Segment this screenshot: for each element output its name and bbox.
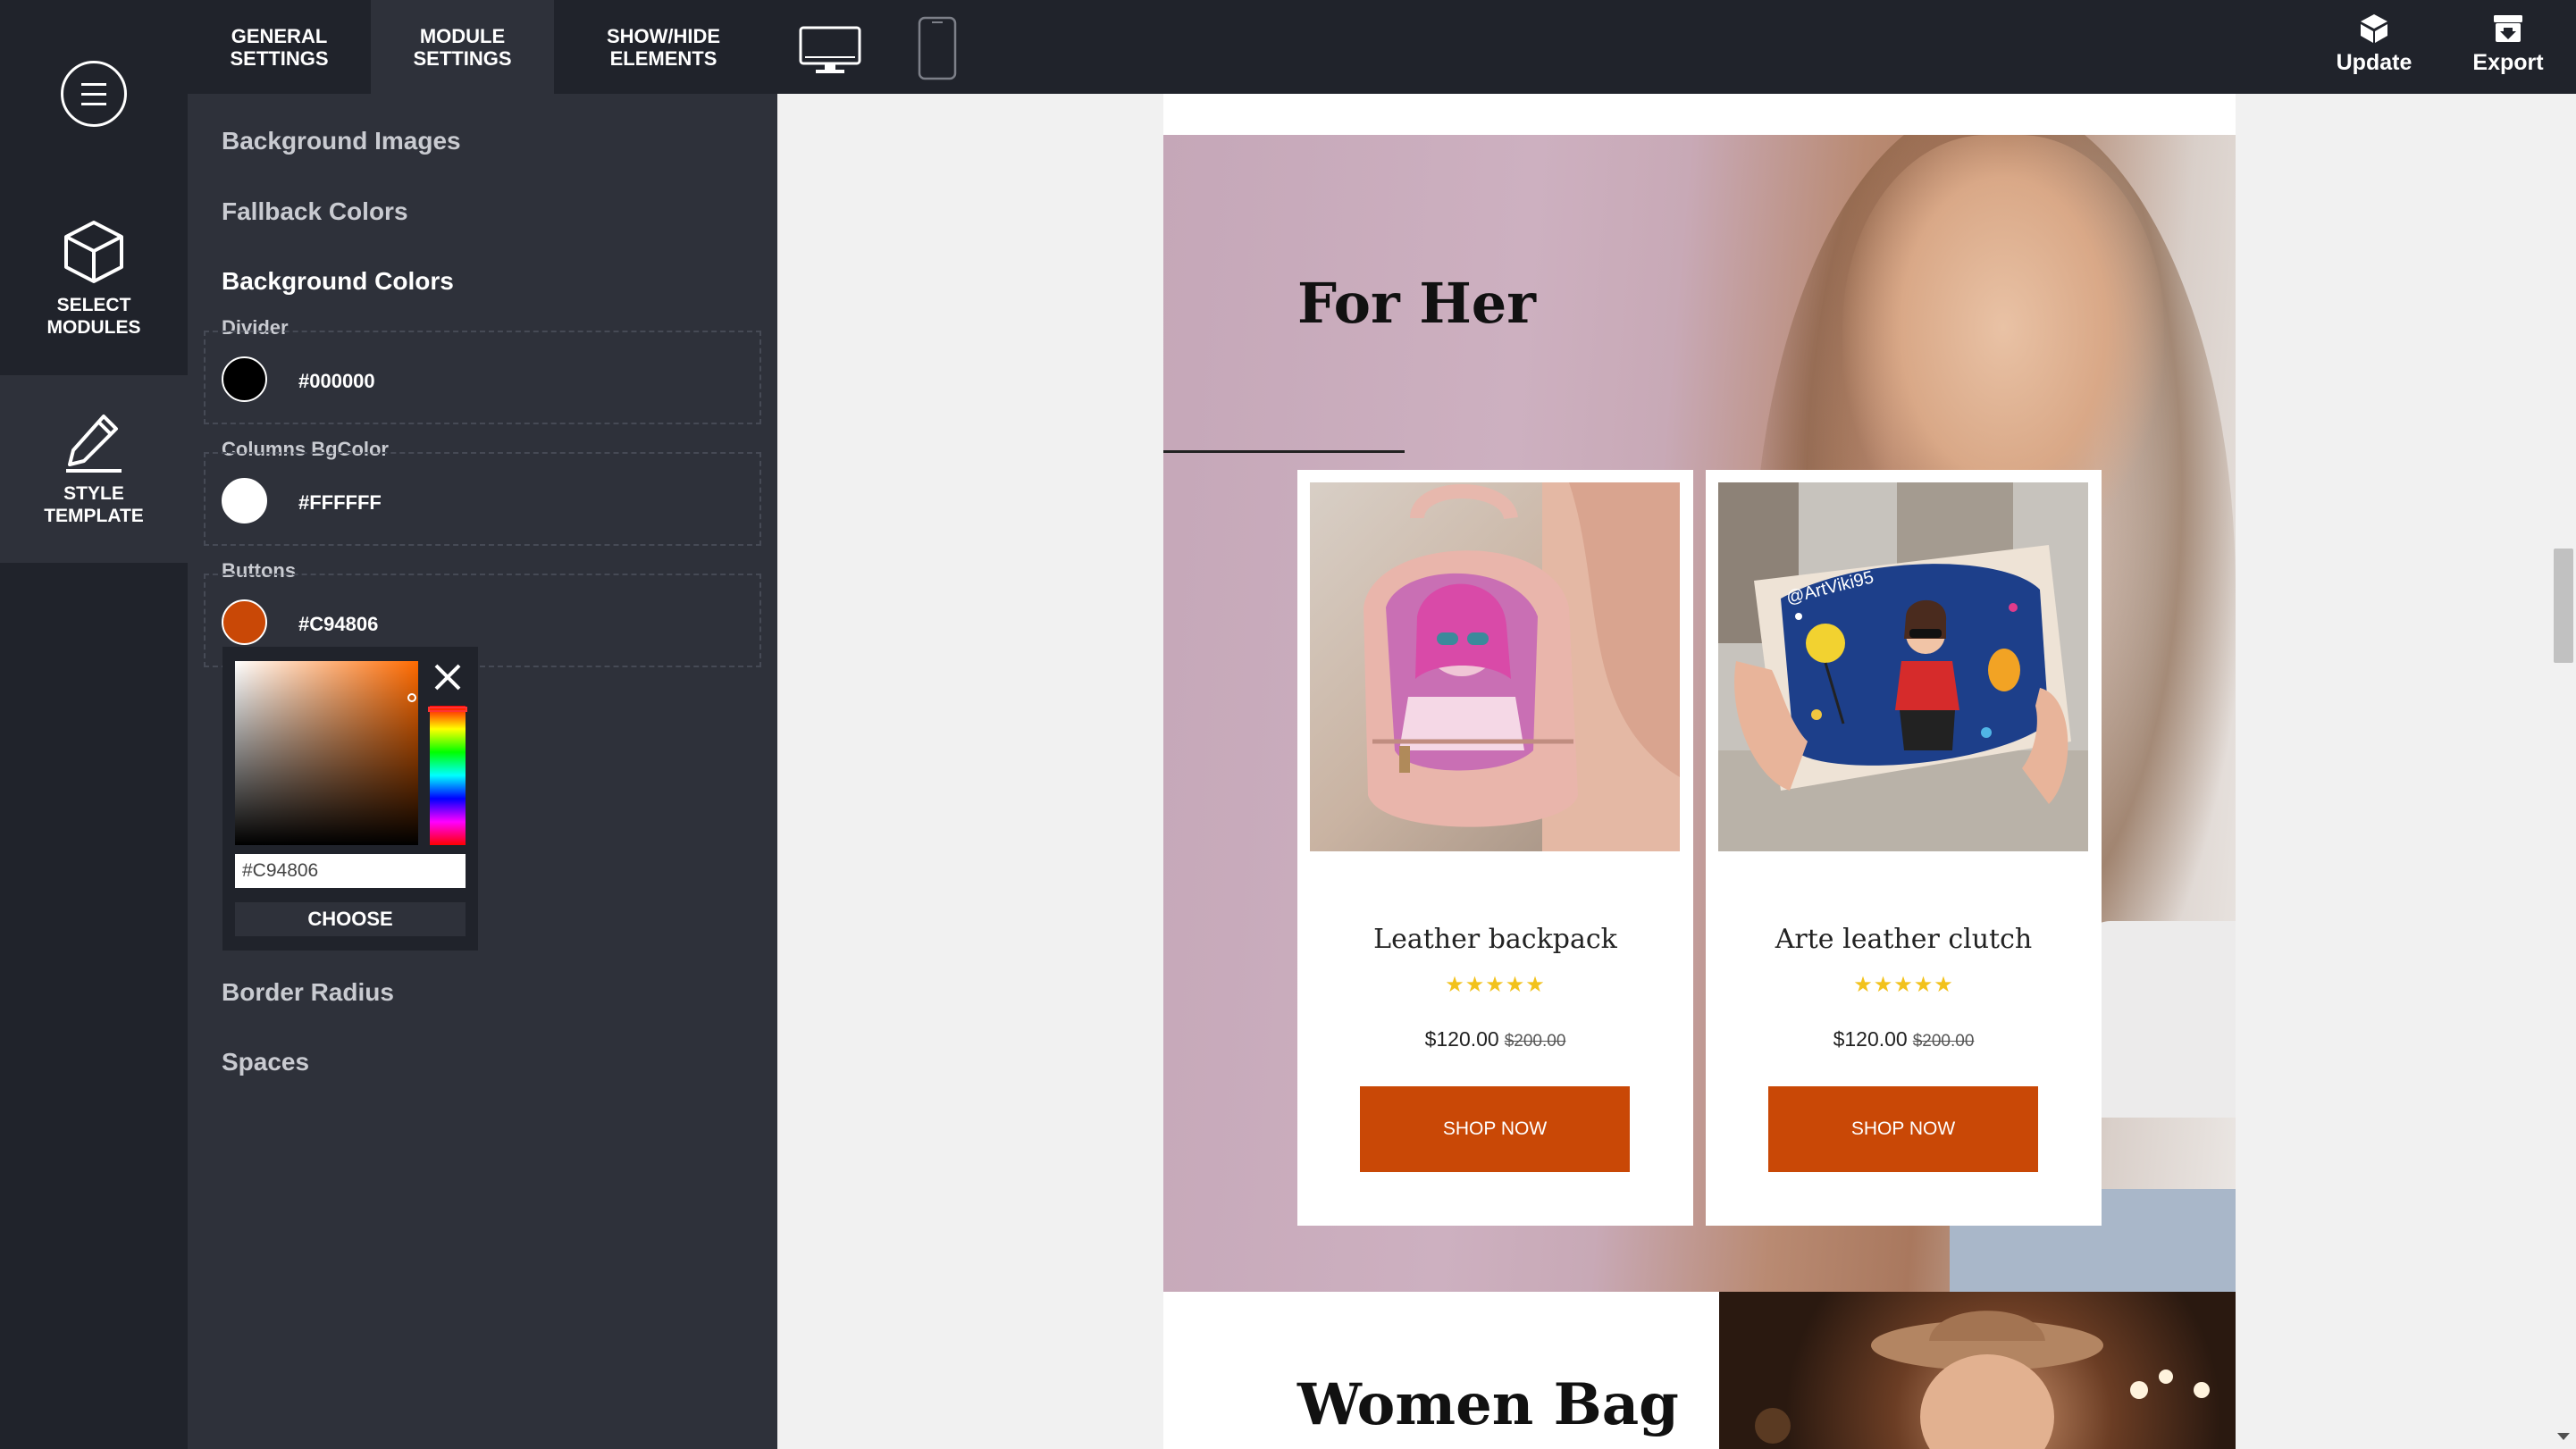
divider-color-field: #000000 xyxy=(204,331,761,424)
buttons-color-swatch[interactable] xyxy=(222,599,267,645)
columns-bgcolor-swatch[interactable] xyxy=(222,478,267,523)
old-price: $200.00 xyxy=(1504,1032,1566,1051)
product-image-backpack[interactable] xyxy=(1310,482,1680,851)
product-name: Leather backpack xyxy=(1373,924,1617,955)
divider-color-swatch[interactable] xyxy=(222,356,267,402)
product-card: Leather backpack ★★★★★ $120.00 $200.00 SH… xyxy=(1297,470,1693,1226)
saturation-brightness-area[interactable] xyxy=(235,661,418,845)
section-border-radius[interactable]: Border Radius xyxy=(222,978,394,1007)
columns-bgcolor-field: #FFFFFF xyxy=(204,452,761,546)
desktop-icon[interactable] xyxy=(798,25,862,80)
rating-stars: ★★★★★ xyxy=(1853,973,1954,997)
section-spaces[interactable]: Spaces xyxy=(222,1048,309,1076)
buttons-color-value: #C94806 xyxy=(298,613,379,635)
hero-model-top xyxy=(2084,921,2236,1118)
cube-icon xyxy=(64,221,123,283)
page-scrollbar-thumb[interactable] xyxy=(2554,549,2573,663)
section-fallback-colors[interactable]: Fallback Colors xyxy=(222,197,408,226)
shop-now-button[interactable]: SHOP NOW xyxy=(1768,1086,2038,1172)
hue-slider[interactable] xyxy=(430,706,466,845)
divider-color-value: #000000 xyxy=(298,370,375,392)
rail-item-select-modules[interactable]: SELECT MODULES xyxy=(0,188,188,375)
top-toolbar: GENERAL SETTINGS MODULE SETTINGS SHOW/HIDE… xyxy=(0,0,2576,94)
old-price: $200.00 xyxy=(1912,1032,1975,1051)
section-title-women-bag: Women Bag xyxy=(1297,1371,1679,1438)
women-bag-image xyxy=(1719,1292,2236,1449)
email-template: For Her Leather backpack ★★★★★ $120.00 $… xyxy=(1163,94,2236,1449)
section-title-for-her: For Her xyxy=(1297,271,1536,336)
product-card: @ArtViki95 Arte leather clutch ★★★★★ $12… xyxy=(1706,470,2102,1226)
archive-download-icon xyxy=(2494,15,2522,42)
email-preview-canvas: For Her Leather backpack ★★★★★ $120.00 $… xyxy=(777,94,2576,1449)
settings-tabs: GENERAL SETTINGS MODULE SETTINGS SHOW/HIDE… xyxy=(188,0,773,94)
box-icon xyxy=(2361,14,2387,43)
hue-slider-marker[interactable] xyxy=(428,707,467,712)
export-button[interactable]: Export xyxy=(2454,13,2562,76)
mobile-icon[interactable] xyxy=(918,16,957,85)
hex-color-input[interactable] xyxy=(235,854,466,888)
section-background-images[interactable]: Background Images xyxy=(222,127,461,155)
section-background-colors[interactable]: Background Colors xyxy=(222,267,454,296)
columns-bgcolor-value: #FFFFFF xyxy=(298,491,382,514)
scroll-down-arrow-icon[interactable] xyxy=(2557,1433,2570,1440)
product-price: $120.00 $200.00 xyxy=(1424,1027,1566,1051)
pencil-icon xyxy=(66,415,122,473)
choose-color-button[interactable]: CHOOSE xyxy=(235,902,466,936)
color-picker-handle[interactable] xyxy=(407,693,416,702)
hamburger-menu-icon[interactable] xyxy=(61,61,127,127)
update-button[interactable]: Update xyxy=(2320,13,2428,76)
color-picker-popup: CHOOSE xyxy=(222,647,478,951)
title-divider xyxy=(1163,450,1405,453)
tab-module-settings[interactable]: MODULE SETTINGS xyxy=(371,0,554,94)
left-navigation-rail: SELECT MODULES STYLE TEMPLATE xyxy=(0,0,188,1449)
rating-stars: ★★★★★ xyxy=(1445,973,1546,997)
product-price: $120.00 $200.00 xyxy=(1833,1027,1975,1051)
product-name: Arte leather clutch xyxy=(1775,924,2033,955)
close-icon[interactable] xyxy=(430,659,466,695)
tab-show-hide-elements[interactable]: SHOW/HIDE ELEMENTS xyxy=(554,0,773,94)
hero-section-for-her: For Her Leather backpack ★★★★★ $120.00 $… xyxy=(1163,135,2236,1292)
product-image-clutch[interactable]: @ArtViki95 xyxy=(1718,482,2088,851)
rail-item-style-template[interactable]: STYLE TEMPLATE xyxy=(0,375,188,563)
shop-now-button[interactable]: SHOP NOW xyxy=(1360,1086,1630,1172)
tab-general-settings[interactable]: GENERAL SETTINGS xyxy=(188,0,371,94)
